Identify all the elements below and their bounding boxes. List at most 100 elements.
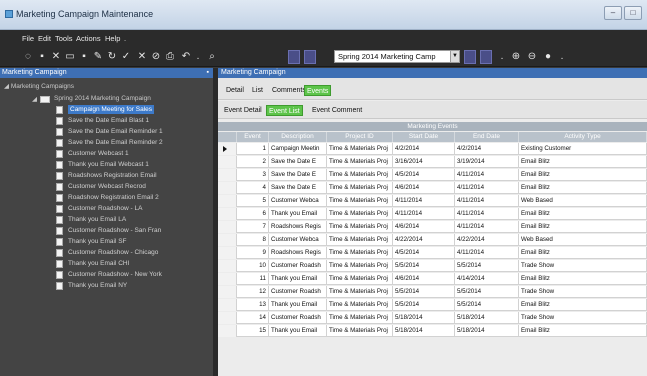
row-selector[interactable] — [218, 143, 237, 155]
tab-detail[interactable]: Detail — [224, 85, 246, 96]
column-activity-type[interactable]: Activity Type — [519, 132, 647, 142]
row-selector[interactable] — [218, 325, 237, 337]
tree-item[interactable]: Save the Date Email Reminder 2 — [56, 138, 206, 147]
row-selector[interactable] — [218, 221, 237, 233]
tree-item[interactable]: Save the Date Email Reminder 1 — [56, 127, 206, 136]
filter-icon[interactable]: ⊘ — [150, 50, 162, 64]
row-selector[interactable] — [218, 260, 237, 272]
row-selector[interactable] — [218, 286, 237, 298]
tree-item[interactable]: Customer Roadshow - San Fran — [56, 226, 206, 235]
table-row[interactable]: 5 Customer Webca Time & Materials Proj 4/11… — [218, 195, 647, 207]
tree-item[interactable]: Roadshow Registration Email 2 — [56, 193, 206, 202]
cell-start-date: 4/6/2014 — [393, 221, 455, 233]
close-icon[interactable]: ✕ — [136, 50, 148, 64]
subtab-event-detail[interactable]: Event Detail — [222, 105, 264, 116]
column-event[interactable]: Event — [237, 132, 269, 142]
table-row[interactable]: 6 Thank you Email Time & Materials Proj 4/1… — [218, 208, 647, 220]
tree-campaign[interactable]: Spring 2014 Marketing Campaign — [54, 95, 151, 102]
tab-events[interactable]: Events — [304, 85, 332, 96]
tree-item[interactable]: Campaign Meeting for Sales — [56, 105, 206, 114]
cell-activity-type: Trade Show — [519, 260, 647, 272]
table-row[interactable]: 12 Customer Roadsh Time & Materials Proj 5/… — [218, 286, 647, 298]
chevron-down-icon[interactable]: ▼ — [450, 51, 459, 62]
campaign-combo[interactable]: Spring 2014 Marketing Camp ▼ — [334, 50, 460, 63]
menu-extra[interactable]: . — [124, 34, 126, 43]
row-selector[interactable] — [218, 182, 237, 194]
table-row[interactable]: 14 Customer Roadsh Time & Materials Proj 5/… — [218, 312, 647, 324]
tree-item[interactable]: Thank you Email CHI — [56, 259, 206, 268]
column-start-date[interactable]: Start Date — [393, 132, 455, 142]
tree-item[interactable]: Thank you Email SF — [56, 237, 206, 246]
edit-icon[interactable]: ✎ — [92, 50, 104, 64]
table-row[interactable]: 9 Roadshows Regis Time & Materials Proj 4/5… — [218, 247, 647, 259]
pin-icon[interactable]: ▪ — [207, 68, 209, 78]
print-icon[interactable]: ⎙ — [164, 50, 176, 64]
tree-item[interactable]: Save the Date Email Blast 1 — [56, 116, 206, 125]
table-row[interactable]: 4 Save the Date E Time & Materials Proj 4/6… — [218, 182, 647, 194]
subtab-event-list[interactable]: Event List — [266, 105, 303, 116]
menu-actions[interactable]: Actions — [76, 34, 101, 43]
row-selector[interactable] — [218, 273, 237, 285]
table-row[interactable]: 13 Thank you Email Time & Materials Proj 5/… — [218, 299, 647, 311]
table-row[interactable]: 7 Roadshows Regis Time & Materials Proj 4/6… — [218, 221, 647, 233]
table-row[interactable]: 8 Customer Webca Time & Materials Proj 4/22… — [218, 234, 647, 246]
tree-item[interactable]: Customer Webcast Recrod — [56, 182, 206, 191]
zoom-in-icon[interactable]: ⊕ — [510, 50, 522, 64]
row-selector[interactable] — [218, 312, 237, 324]
tree-item[interactable]: Thank you Email Webcast 1 — [56, 160, 206, 169]
expand-icon[interactable]: ◢ — [4, 83, 9, 90]
tree-root[interactable]: ◢ Marketing Campaigns — [4, 82, 74, 90]
menu-help[interactable]: Help — [105, 34, 120, 43]
new-icon[interactable]: ◌ — [22, 50, 34, 64]
tab-list[interactable]: List — [250, 85, 265, 96]
tree-item[interactable]: Thank you Email LA — [56, 215, 206, 224]
nav-prev-icon[interactable] — [304, 50, 316, 64]
column-end-date[interactable]: End Date — [455, 132, 519, 142]
row-selector[interactable] — [218, 156, 237, 168]
tree-item[interactable]: Customer Roadshow - LA — [56, 204, 206, 213]
cell-project-id: Time & Materials Proj — [327, 325, 393, 337]
menu-file[interactable]: File — [22, 34, 34, 43]
restore-icon[interactable]: □ — [624, 6, 642, 20]
row-selector[interactable] — [218, 208, 237, 220]
undo-icon[interactable]: ↶ — [180, 50, 192, 64]
row-selector[interactable] — [218, 169, 237, 181]
paste-icon[interactable]: ▪ — [78, 50, 90, 64]
row-selector[interactable] — [218, 195, 237, 207]
cell-activity-type: Email Blitz — [519, 273, 647, 285]
delete-icon[interactable]: ✕ — [50, 50, 62, 64]
nav-next-icon[interactable] — [464, 50, 476, 64]
menu-tools[interactable]: Tools — [55, 34, 73, 43]
expand-icon[interactable]: ◢ — [32, 95, 37, 103]
column-project-id[interactable]: Project ID — [327, 132, 393, 142]
nav-first-icon[interactable] — [288, 50, 300, 64]
search-icon[interactable]: ⌕ — [206, 50, 218, 64]
menu-edit[interactable]: Edit — [38, 34, 51, 43]
tree-item[interactable]: Customer Roadshow - Chicago — [56, 248, 206, 257]
save-icon[interactable]: ▪ — [36, 50, 48, 64]
row-selector[interactable] — [218, 234, 237, 246]
refresh-icon[interactable]: ↻ — [106, 50, 118, 64]
settings-icon[interactable]: ● — [542, 50, 554, 64]
row-selector[interactable] — [218, 299, 237, 311]
tree-item[interactable]: Customer Webcast 1 — [56, 149, 206, 158]
table-row[interactable]: 15 Thank you Email Time & Materials Proj 5/… — [218, 325, 647, 337]
row-selector[interactable] — [218, 247, 237, 259]
tree-item[interactable]: Customer Roadshow - New York — [56, 270, 206, 279]
table-row[interactable]: 1 Campaign Meetin Time & Materials Proj 4/2… — [218, 143, 647, 155]
table-row[interactable]: 11 Thank you Email Time & Materials Proj 4/… — [218, 273, 647, 285]
table-row[interactable]: 3 Save the Date E Time & Materials Proj 4/5… — [218, 169, 647, 181]
tree-item-label: Customer Webcast Recrod — [68, 183, 146, 190]
table-row[interactable]: 2 Save the Date E Time & Materials Proj 3/1… — [218, 156, 647, 168]
tab-comments[interactable]: Comments — [270, 85, 308, 96]
check-icon[interactable]: ✓ — [120, 50, 132, 64]
nav-last-icon[interactable] — [480, 50, 492, 64]
minimize-icon[interactable]: – — [604, 6, 622, 20]
table-row[interactable]: 10 Customer Roadsh Time & Materials Proj 5/… — [218, 260, 647, 272]
zoom-out-icon[interactable]: ⊖ — [526, 50, 538, 64]
tree-item[interactable]: Roadshows Registration Email — [56, 171, 206, 180]
tree-item[interactable]: Thank you Email NY — [56, 281, 206, 290]
subtab-event-comment[interactable]: Event Comment — [310, 105, 364, 116]
copy-icon[interactable]: ▭ — [64, 50, 76, 64]
column-description[interactable]: Description — [269, 132, 327, 142]
